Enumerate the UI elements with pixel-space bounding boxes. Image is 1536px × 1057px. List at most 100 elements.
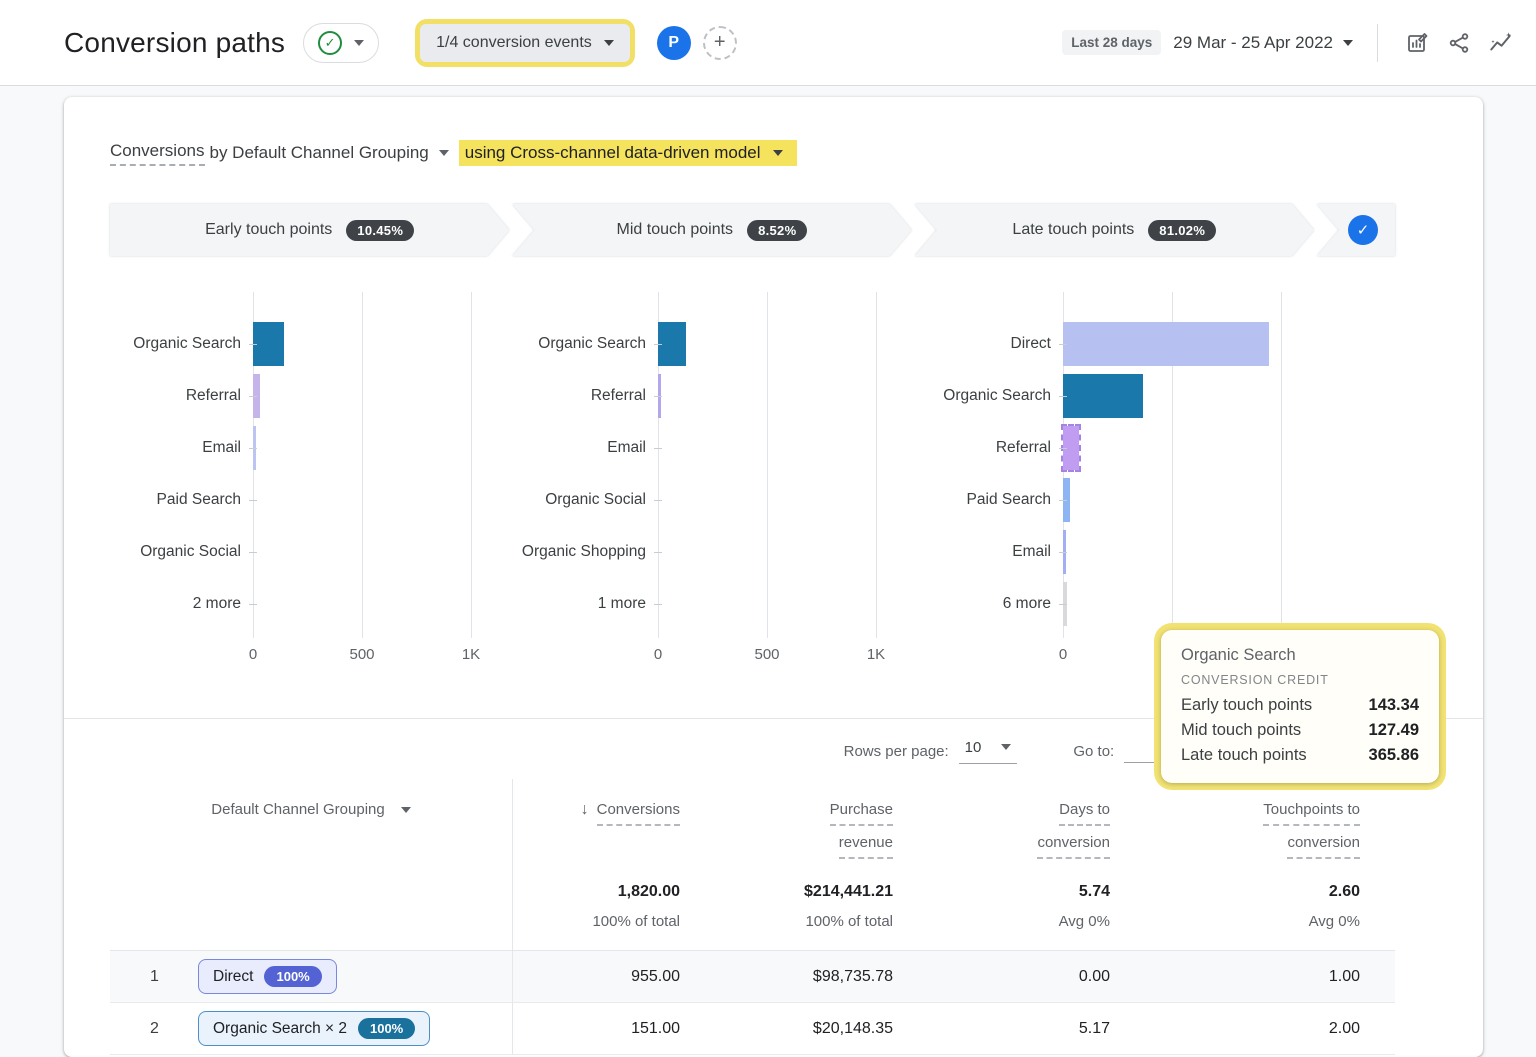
chevron-down-icon: [1001, 744, 1011, 750]
dimension-header-label: Default Channel Grouping: [211, 801, 384, 818]
category-label: Paid Search: [110, 474, 241, 526]
conversion-events-highlight: 1/4 conversion events: [415, 19, 635, 67]
channel-pill[interactable]: Direct100%: [198, 959, 337, 994]
axis-tick: [1059, 604, 1067, 605]
chevron-down-icon: [773, 150, 783, 156]
edit-report-icon: [1405, 31, 1429, 55]
axis-tick: [249, 604, 257, 605]
chart-plot-area: [658, 292, 920, 638]
chart-bar[interactable]: [1063, 374, 1143, 418]
column-header-4[interactable]: Touchpoints toconversion: [1110, 779, 1395, 867]
x-tick-label: 0: [654, 646, 662, 663]
category-label: Organic Social: [515, 474, 646, 526]
x-tick-label: 0: [1059, 646, 1067, 663]
category-label: Paid Search: [920, 474, 1051, 526]
dimension-label: by Default Channel Grouping: [210, 143, 429, 163]
bar-chart-3: DirectOrganic SearchReferralPaid SearchE…: [920, 292, 1325, 672]
chart-bar[interactable]: [1063, 322, 1269, 366]
x-tick-label: 1K: [462, 646, 480, 663]
axis-tick: [1059, 396, 1067, 397]
tooltip-heading: CONVERSION CREDIT: [1181, 673, 1419, 687]
totals-subtext: 100% of total: [513, 913, 680, 930]
channel-percentage-badge: 100%: [264, 966, 321, 987]
category-label: Organic Search: [110, 318, 241, 370]
header-line-wrap: revenue: [680, 830, 893, 863]
axis-tick: [249, 396, 257, 397]
category-label: Organic Search: [515, 318, 646, 370]
phase-complete-segment[interactable]: ✓: [1317, 204, 1395, 256]
chart-bar-row: [253, 578, 515, 630]
goto-label: Go to:: [1073, 743, 1114, 760]
row-value-cell: 955.00: [513, 951, 680, 1003]
chart-bar-row: [658, 474, 920, 526]
conversion-charts: Organic SearchReferralEmailPaid SearchOr…: [110, 292, 1395, 672]
share-icon: [1447, 31, 1471, 55]
row-dimension-cell: 1Direct100%: [110, 951, 513, 1002]
category-label: 6 more: [920, 578, 1051, 630]
attribution-model-label: using Cross-channel data-driven model: [465, 143, 761, 163]
chevron-down-icon: [401, 807, 411, 813]
phase-tab-1[interactable]: Early touch points10.45%: [110, 204, 509, 256]
chart-bar-row: [253, 318, 515, 370]
date-range-selector[interactable]: 29 Mar - 25 Apr 2022: [1173, 33, 1353, 53]
share-button[interactable]: [1438, 22, 1480, 64]
channel-percentage-badge: 100%: [358, 1018, 415, 1039]
phase-tab-2[interactable]: Mid touch points8.52%: [512, 204, 911, 256]
totals-cell-3: 5.74Avg 0%: [893, 867, 1110, 950]
row-value-cell: 2.00: [1110, 1003, 1395, 1055]
category-label: Organic Search: [920, 370, 1051, 422]
totals-subtext: Avg 0%: [1110, 913, 1360, 930]
edit-report-button[interactable]: [1396, 22, 1438, 64]
chart-tooltip: Organic Search CONVERSION CREDIT Early t…: [1154, 623, 1446, 790]
chevron-down-icon: [354, 40, 364, 46]
channel-name: Organic Search × 2: [213, 1020, 347, 1038]
dimension-column-header[interactable]: Default Channel Grouping: [110, 779, 513, 867]
channel-pill[interactable]: Organic Search × 2 100%: [198, 1011, 430, 1046]
metric-selector[interactable]: Conversions: [110, 141, 205, 166]
category-label: Referral: [110, 370, 241, 422]
category-label: Email: [515, 422, 646, 474]
row-index: 2: [150, 1020, 170, 1038]
category-label: Email: [920, 526, 1051, 578]
totals-cell-4: 2.60Avg 0%: [1110, 867, 1395, 950]
tooltip-row-value: 127.49: [1369, 721, 1419, 740]
insights-button[interactable]: [1480, 22, 1522, 64]
header-line-wrap: conversion: [1110, 830, 1360, 863]
axis-tick: [654, 552, 662, 553]
add-comparison-button[interactable]: +: [703, 26, 737, 60]
column-header-2[interactable]: Purchaserevenue: [680, 779, 893, 867]
chart-bar-row: [658, 422, 920, 474]
chart-bar-row: [658, 318, 920, 370]
phase-percentage-badge: 81.02%: [1148, 220, 1216, 241]
phase-label: Mid touch points: [617, 221, 734, 239]
chart-plot-column: 05001K: [253, 292, 515, 672]
axis-tick: [1059, 500, 1067, 501]
chart-category-labels: DirectOrganic SearchReferralPaid SearchE…: [920, 292, 1063, 672]
phase-percentage-badge: 10.45%: [346, 220, 414, 241]
x-tick-label: 500: [349, 646, 374, 663]
totals-value: 1,820.00: [513, 867, 680, 901]
rows-per-page-select[interactable]: 10: [959, 739, 1018, 764]
totals-value: $214,441.21: [680, 867, 893, 901]
chart-bar[interactable]: [253, 322, 284, 366]
category-label: Organic Social: [110, 526, 241, 578]
report-status-dropdown[interactable]: ✓: [303, 23, 379, 63]
chart-bar-row: [253, 422, 515, 474]
page-title: Conversion paths: [64, 27, 285, 59]
avatar[interactable]: P: [657, 26, 691, 60]
chart-bar[interactable]: [658, 322, 686, 366]
category-label: Direct: [920, 318, 1051, 370]
chart-bar-row: [1063, 526, 1325, 578]
column-header-label: revenue: [839, 830, 893, 859]
sort-descending-icon: ↓: [581, 801, 589, 818]
chart-bar-row: [253, 474, 515, 526]
chart-x-axis: 05001K: [658, 646, 920, 672]
row-dimension-cell: 2 Organic Search × 2 100%: [110, 1003, 513, 1054]
column-header-1[interactable]: ↓Conversions: [513, 779, 680, 867]
attribution-model-selector[interactable]: using Cross-channel data-driven model: [459, 140, 797, 166]
chart-x-axis: 05001K: [253, 646, 515, 672]
conversion-events-button[interactable]: 1/4 conversion events: [420, 24, 630, 62]
phase-tab-3[interactable]: Late touch points81.02%: [915, 204, 1314, 256]
chart-category-labels: Organic SearchReferralEmailPaid SearchOr…: [110, 292, 253, 672]
column-header-3[interactable]: Days toconversion: [893, 779, 1110, 867]
